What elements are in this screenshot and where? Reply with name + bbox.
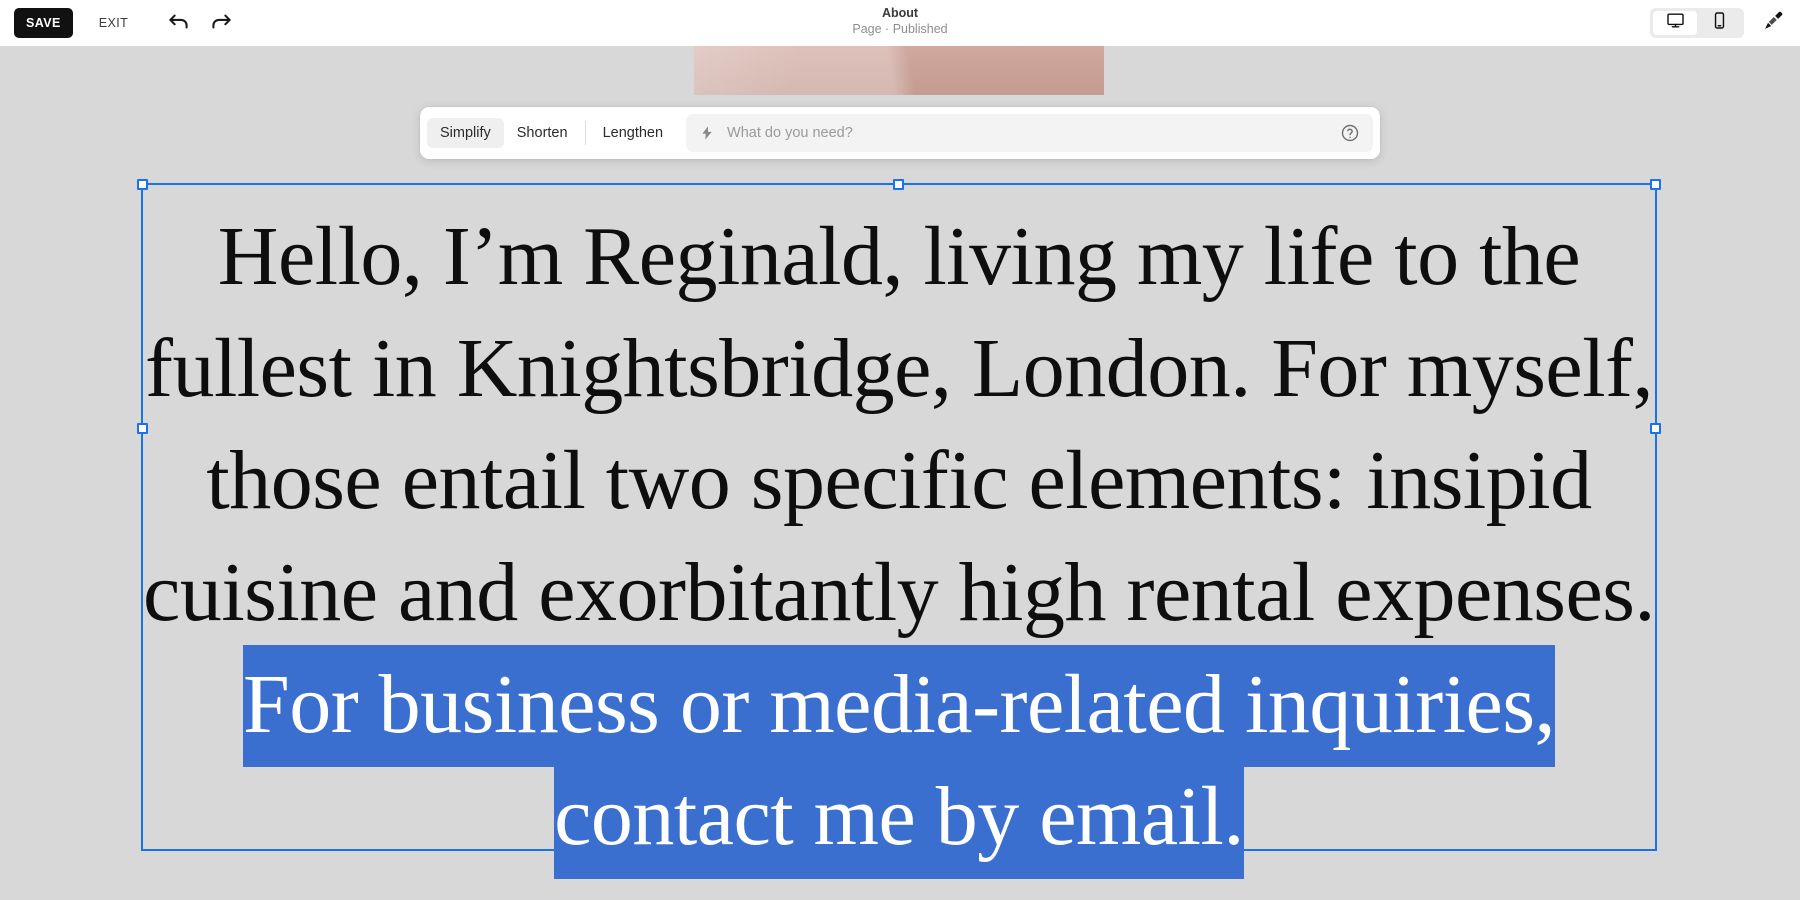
- save-button[interactable]: SAVE: [14, 8, 73, 38]
- theme-design-button[interactable]: [1758, 8, 1788, 38]
- topbar-right-group: [1650, 0, 1788, 46]
- ai-action-simplify[interactable]: Simplify: [427, 118, 504, 148]
- device-preview-toggle: [1650, 8, 1744, 38]
- device-toggle-desktop[interactable]: [1653, 11, 1697, 35]
- lightning-bolt-icon: [698, 124, 716, 142]
- hero-image: [694, 46, 1104, 95]
- ai-toolbar-divider: [584, 121, 586, 145]
- page-title: About: [881, 6, 919, 20]
- exit-button[interactable]: EXIT: [85, 8, 142, 38]
- ai-action-shorten[interactable]: Shorten: [504, 118, 581, 148]
- about-paragraph[interactable]: Hello, I’m Reginald, living my life to t…: [141, 183, 1657, 879]
- paragraph-plain-text: Hello, I’m Reginald, living my life to t…: [143, 210, 1655, 639]
- ai-prompt-input[interactable]: [725, 124, 1339, 142]
- undo-button[interactable]: [162, 6, 196, 40]
- undo-arrow-icon: [166, 8, 192, 39]
- ai-prompt-field[interactable]: [686, 114, 1373, 152]
- device-toggle-mobile[interactable]: [1697, 11, 1741, 35]
- page-status: Page · Published: [852, 22, 948, 36]
- redo-button[interactable]: [204, 6, 238, 40]
- editor-topbar: SAVE EXIT About Page · Published: [0, 0, 1800, 46]
- page-meta: About Page · Published: [0, 5, 1800, 38]
- question-circle-icon[interactable]: [1339, 122, 1361, 144]
- topbar-left-group: SAVE EXIT: [14, 0, 238, 46]
- redo-arrow-icon: [208, 8, 234, 39]
- paintbrush-icon: [1762, 9, 1785, 37]
- ai-action-lengthen[interactable]: Lengthen: [590, 118, 676, 148]
- paragraph-selected-text[interactable]: For business or media-related inquiries,…: [242, 645, 1556, 879]
- desktop-monitor-icon: [1666, 11, 1685, 35]
- ai-assist-toolbar: Simplify Shorten Lengthen: [420, 107, 1380, 159]
- editor-root: SAVE EXIT About Page · Published Simplif…: [0, 0, 1800, 900]
- mobile-phone-icon: [1710, 11, 1729, 35]
- page-canvas: Simplify Shorten Lengthen What do you ne…: [0, 46, 1800, 900]
